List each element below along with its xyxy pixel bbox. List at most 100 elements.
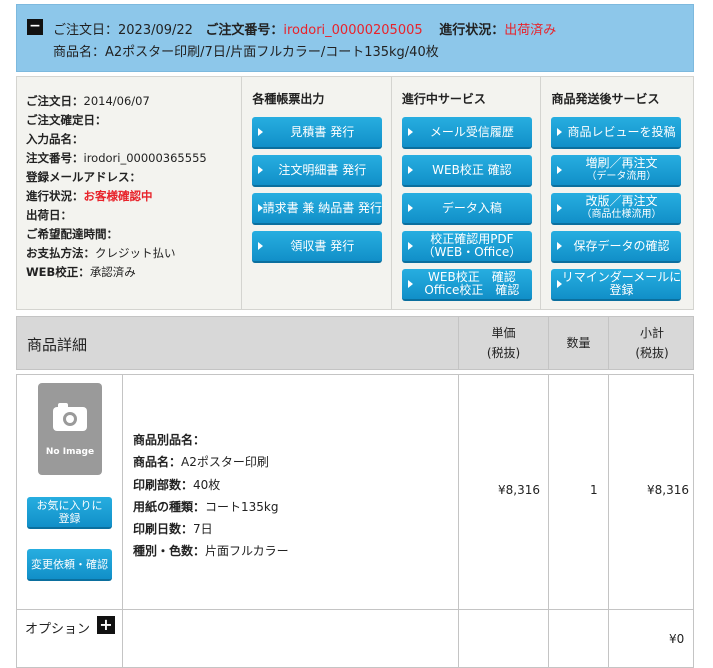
info-value: お客様確認中: [83, 189, 153, 203]
detail-value: コート135kg: [205, 499, 279, 514]
documents-column: 各種帳票出力 見積書 発行 注文明細書 発行請求書 兼 納品書 発行領収書 発行: [242, 77, 392, 309]
status-label: 進行状況：: [439, 23, 505, 38]
info-label: WEB校正：: [26, 265, 90, 279]
documents-title: 各種帳票出力: [252, 92, 325, 106]
detail-value: 7日: [193, 522, 213, 537]
arrow-right-icon: [557, 280, 563, 288]
detail-label: 印刷日数：: [133, 522, 194, 537]
order-detail-button[interactable]: 注文明細書 発行: [252, 155, 383, 187]
order-no-label: ご注文番号：: [205, 23, 284, 38]
info-row: 注文番号：irodori_00000365555: [26, 149, 241, 168]
button-label: 校正確認用PDF （WEB・Office）: [422, 232, 522, 259]
detail-value: 片面フルカラー: [205, 544, 289, 559]
post-review-button[interactable]: 商品レビューを投稿: [551, 117, 682, 149]
detail-row: 種別・色数：片面フルカラー: [133, 540, 289, 562]
button-label: WEB校正 確認: [432, 162, 512, 177]
detail-value: 40枚: [193, 477, 221, 492]
detail-label: 印刷部数：: [133, 477, 194, 492]
add-favorite-button[interactable]: お気に入りに 登録: [27, 497, 112, 529]
col-quantity: 数量: [548, 317, 608, 369]
arrow-right-icon: [407, 166, 413, 174]
receipt-button[interactable]: 領収書 発行: [252, 231, 383, 263]
saved-data-button[interactable]: 保存データの確認: [551, 231, 682, 263]
option-row: オプション + ¥0: [16, 608, 694, 668]
revise-reorder-button[interactable]: 改版／再注文 （商品仕様流用）: [551, 193, 682, 225]
info-label: ご注文確定日：: [26, 113, 107, 127]
info-row: 入力品名：: [26, 130, 241, 149]
product-thumbnail: No Image: [38, 383, 102, 475]
detail-label: 用紙の種類：: [133, 499, 206, 514]
reminder-mail-button[interactable]: リマインダーメールに 登録: [551, 269, 682, 301]
estimate-button[interactable]: 見積書 発行: [252, 117, 383, 149]
status-value: 出荷済み: [504, 23, 557, 38]
mail-history-button[interactable]: メール受信履歴: [401, 117, 532, 149]
order-summary-line: ご注文日：2023/09/22 ご注文番号：irodori_0000020500…: [53, 19, 556, 38]
arrow-right-icon: [407, 242, 413, 250]
after-shipment-title: 商品発送後サービス: [551, 92, 660, 106]
col-divider: [608, 375, 609, 609]
table-row: No Image お気に入りに 登録 変更依頼・確認 商品別品名： 商品名：A2ポ…: [16, 374, 694, 610]
button-label: データ入稿: [441, 200, 502, 215]
web-office-proof-button[interactable]: WEB校正 確認 Office校正 確認: [401, 269, 532, 301]
col-divider: [458, 608, 459, 668]
info-row: 進行状況：お客様確認中: [26, 187, 241, 206]
button-label: WEB校正 確認 Office校正 確認: [424, 270, 520, 297]
col-divider: [608, 608, 609, 668]
info-value: クレジット払い: [95, 246, 176, 260]
button-label: リマインダーメールに 登録: [561, 270, 682, 297]
detail-label: 種別・色数：: [133, 544, 206, 559]
table-header: 商品詳細 単価 (税抜) 数量 小計 (税抜): [16, 316, 694, 370]
order-header: − ご注文日：2023/09/22 ご注文番号：irodori_00000205…: [16, 4, 694, 72]
arrow-right-icon: [258, 242, 264, 250]
detail-row: 用紙の種類：コート135kg: [133, 496, 289, 518]
change-request-button[interactable]: 変更依頼・確認: [27, 549, 112, 581]
detail-label: 商品名：: [133, 455, 182, 470]
option-label: オプション: [25, 622, 91, 637]
expand-plus-icon[interactable]: +: [97, 616, 115, 634]
order-date: 2023/09/22: [118, 23, 193, 38]
product-summary-line: 商品名：A2ポスター印刷/7日/片面フルカラー/コート135kg/40枚: [53, 41, 439, 60]
info-label: 入力品名：: [26, 132, 84, 146]
no-image-label: No Image: [45, 447, 95, 457]
arrow-right-icon: [557, 128, 563, 136]
quantity: 1: [590, 483, 598, 497]
info-label: ご注文日：: [26, 94, 84, 108]
order-date-label: ご注文日：: [53, 23, 119, 38]
button-label: 見積書 発行: [290, 124, 355, 139]
col-divider: [548, 608, 549, 668]
button-label: 領収書 発行: [290, 238, 355, 253]
invoice-delivery-button[interactable]: 請求書 兼 納品書 発行: [252, 193, 383, 225]
info-row: ご注文日：2014/06/07: [26, 92, 241, 111]
button-label: 増刷／再注文: [585, 156, 658, 170]
services-column: 進行中サービス メール受信履歴 WEB校正 確認 データ入稿 校正確認用PDF （WE…: [392, 77, 542, 309]
detail-row: 商品別品名：: [133, 429, 289, 451]
info-row: お支払方法：クレジット払い: [26, 244, 241, 263]
arrow-right-icon: [557, 242, 563, 250]
col-divider: [548, 375, 549, 609]
collapse-toggle-icon[interactable]: −: [27, 19, 43, 35]
arrow-right-icon: [407, 204, 413, 212]
arrow-right-icon: [557, 166, 563, 174]
arrow-right-icon: [557, 204, 563, 212]
proof-pdf-button[interactable]: 校正確認用PDF （WEB・Office）: [401, 231, 532, 263]
web-proof-button[interactable]: WEB校正 確認: [401, 155, 532, 187]
detail-row: 商品名：A2ポスター印刷: [133, 451, 289, 473]
info-label: ご希望配達時間：: [26, 227, 118, 241]
detail-label: 商品別品名：: [133, 433, 206, 447]
button-sublabel: （データ流用）: [586, 171, 657, 182]
button-sublabel: （商品仕様流用）: [581, 209, 662, 220]
col-divider: [122, 608, 123, 668]
info-label: 進行状況：: [26, 189, 84, 203]
arrow-right-icon: [258, 204, 264, 212]
order-panel: ご注文日：2014/06/07 ご注文確定日： 入力品名： 注文番号：irodori_…: [16, 76, 694, 310]
arrow-right-icon: [258, 166, 264, 174]
option-total: ¥0: [669, 632, 685, 646]
info-value: irodori_00000365555: [83, 151, 207, 165]
subtotal: ¥8,316: [647, 483, 689, 497]
button-label: 注文明細書 発行: [278, 162, 367, 177]
info-row: 出荷日：: [26, 206, 241, 225]
reprint-button[interactable]: 増刷／再注文 （データ流用）: [551, 155, 682, 187]
data-upload-button[interactable]: データ入稿: [401, 193, 532, 225]
detail-row: 印刷部数：40枚: [133, 474, 289, 496]
col-subtotal: 小計 (税抜): [608, 317, 695, 369]
